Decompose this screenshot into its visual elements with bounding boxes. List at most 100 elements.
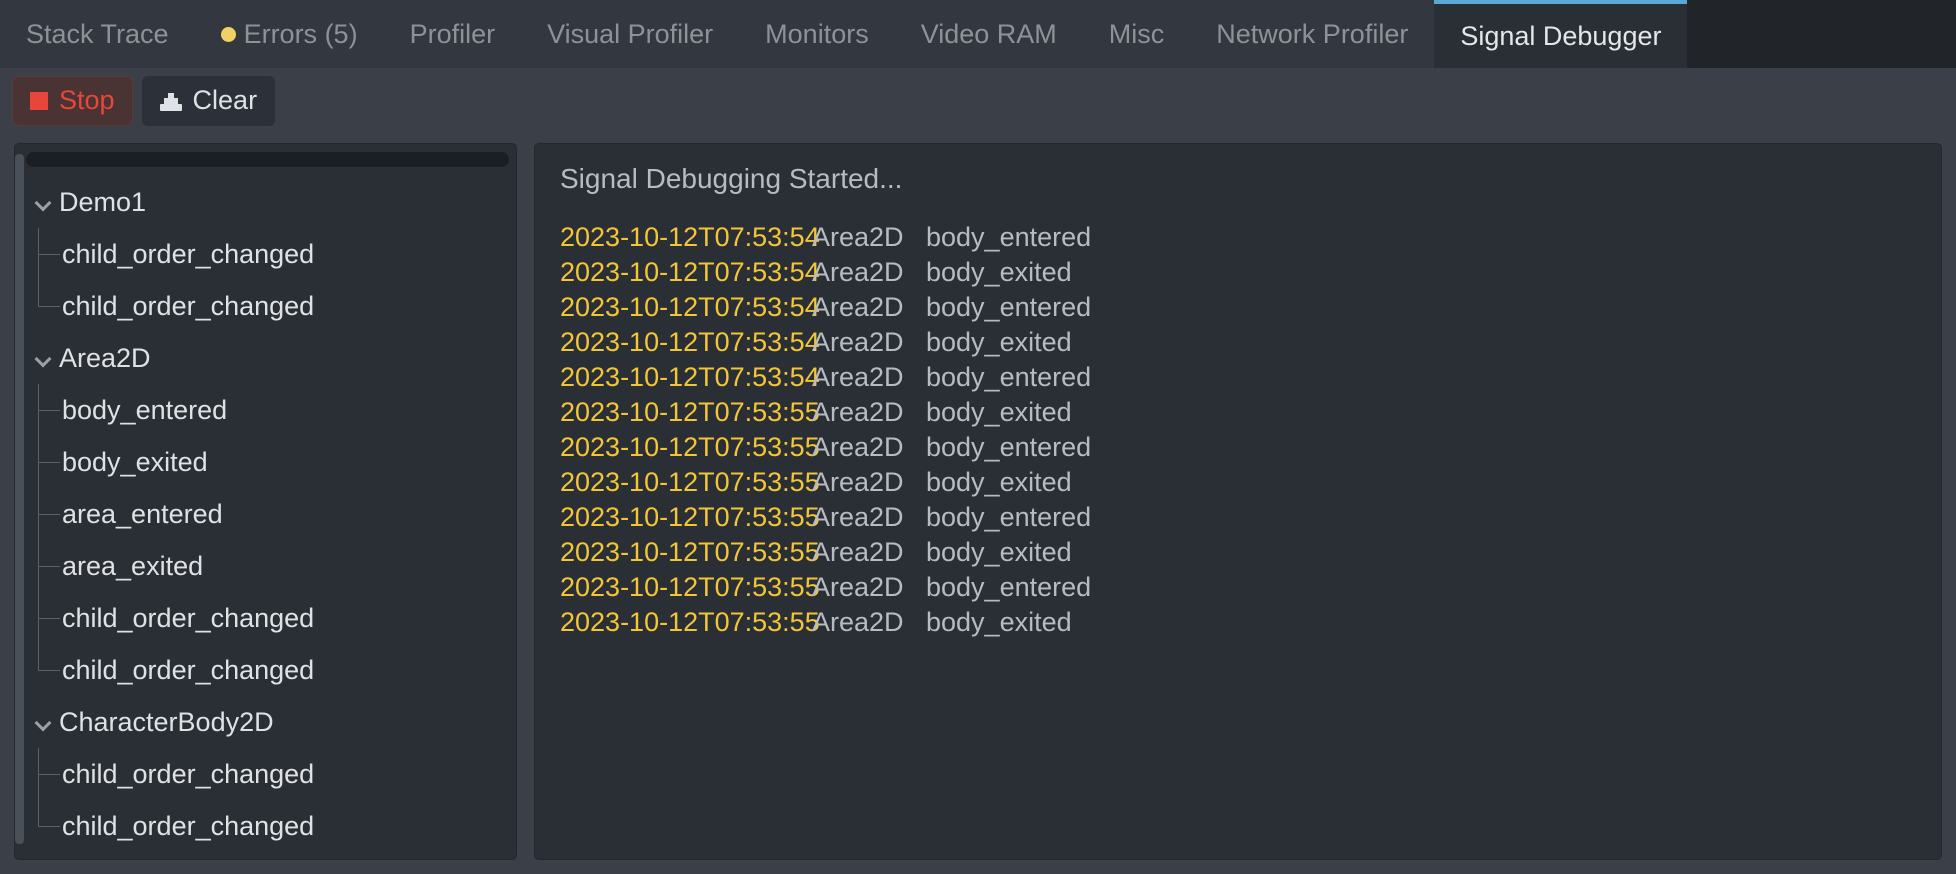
log-row[interactable]: 2023-10-12T07:53:55 Area2D body_exited xyxy=(551,395,1925,430)
log-row[interactable]: 2023-10-12T07:53:54 Area2D body_entered xyxy=(551,290,1925,325)
clear-button[interactable]: Clear xyxy=(141,75,276,126)
signal-tree-panel: Demo1 child_order_changed child_order_chan… xyxy=(14,143,517,860)
stop-button[interactable]: Stop xyxy=(12,75,133,126)
tab-monitors[interactable]: Monitors xyxy=(739,0,895,68)
log-row-node: Area2D xyxy=(812,467,904,497)
tree-node-label: child_order_changed xyxy=(62,602,315,633)
log-row-signal: body_entered xyxy=(926,222,1092,252)
log-row[interactable]: 2023-10-12T07:53:54 Area2D body_entered xyxy=(551,360,1925,395)
tree-node-label: area_exited xyxy=(62,550,204,581)
tab-strip: Stack Trace Errors (5) Profiler Visual Prof… xyxy=(0,0,1688,69)
tab-profiler[interactable]: Profiler xyxy=(383,0,522,68)
log-row-signal: body_entered xyxy=(926,502,1092,532)
tab-label: Signal Debugger xyxy=(1460,20,1662,51)
tree-node-root[interactable]: Area2D xyxy=(26,332,512,384)
log-row-signal: body_exited xyxy=(926,607,1072,637)
tree-node-label: child_order_changed xyxy=(62,290,315,321)
tab-video-ram[interactable]: Video RAM xyxy=(894,0,1083,68)
signal-debugger-content: Demo1 child_order_changed child_order_chan… xyxy=(0,133,1956,874)
log-row-timestamp: 2023-10-12T07:53:55 xyxy=(560,467,820,497)
tab-visual-profiler[interactable]: Visual Profiler xyxy=(521,0,740,68)
tree-node-signal[interactable]: child_order_changed xyxy=(26,644,512,696)
tab-label: Stack Trace xyxy=(26,18,169,49)
tree-node-signal[interactable]: child_order_changed xyxy=(26,280,512,332)
log-row-node: Area2D xyxy=(812,432,904,462)
tab-label: Monitors xyxy=(765,18,869,49)
chevron-down-icon[interactable] xyxy=(34,348,54,368)
tree-node-label: Demo1 xyxy=(59,186,147,217)
tree-vertical-scrollbar[interactable] xyxy=(15,154,24,844)
tree-node-signal[interactable]: area_exited xyxy=(26,540,512,592)
tab-errors-5[interactable]: Errors (5) xyxy=(194,0,384,68)
log-row-timestamp: 2023-10-12T07:53:55 xyxy=(560,502,820,532)
stop-square-icon xyxy=(30,91,48,110)
log-row-timestamp: 2023-10-12T07:53:55 xyxy=(560,537,820,567)
log-row-node: Area2D xyxy=(812,537,904,567)
log-row-signal: body_exited xyxy=(926,327,1072,357)
tab-label: Errors (5) xyxy=(243,18,358,49)
log-row-timestamp: 2023-10-12T07:53:55 xyxy=(560,397,820,427)
debugger-tab-bar: Stack Trace Errors (5) Profiler Visual Prof… xyxy=(0,0,1956,69)
chevron-down-icon[interactable] xyxy=(34,192,54,212)
tree-node-signal[interactable]: child_order_changed xyxy=(26,748,512,800)
log-row-timestamp: 2023-10-12T07:53:55 xyxy=(560,572,820,602)
tab-label: Misc xyxy=(1108,18,1165,49)
signal-tree: Demo1 child_order_changed child_order_chan… xyxy=(26,176,512,855)
log-row-signal: body_exited xyxy=(926,257,1072,287)
log-row-timestamp: 2023-10-12T07:53:54 xyxy=(560,222,820,252)
log-row[interactable]: 2023-10-12T07:53:55 Area2D body_exited xyxy=(551,605,1925,640)
log-row-timestamp: 2023-10-12T07:53:54 xyxy=(560,292,820,322)
tree-node-signal[interactable]: child_order_changed xyxy=(26,800,512,852)
tree-node-signal[interactable]: area_entered xyxy=(26,488,512,540)
tree-node-label: body_exited xyxy=(62,446,208,477)
log-row-node: Area2D xyxy=(812,607,904,637)
tree-node-signal[interactable]: body_entered xyxy=(26,384,512,436)
tab-network-profiler[interactable]: Network Profiler xyxy=(1190,0,1435,68)
log-row[interactable]: 2023-10-12T07:53:54 Area2D body_entered xyxy=(551,220,1925,255)
log-row-timestamp: 2023-10-12T07:53:55 xyxy=(560,607,820,637)
log-row-node: Area2D xyxy=(812,502,904,532)
log-row-node: Area2D xyxy=(812,572,904,602)
chevron-down-icon[interactable] xyxy=(34,712,54,732)
tab-signal-debugger[interactable]: Signal Debugger xyxy=(1434,0,1688,69)
tab-label: Visual Profiler xyxy=(547,18,714,49)
tree-node-label: child_order_changed xyxy=(62,654,315,685)
tree-node-label: area_entered xyxy=(62,498,223,529)
broom-icon xyxy=(159,89,182,113)
log-row-node: Area2D xyxy=(812,397,904,427)
stop-button-label: Stop xyxy=(59,85,115,115)
tree-node-label: Area2D xyxy=(59,342,151,373)
signal-log-panel[interactable]: Signal Debugging Started... 2023-10-12T0… xyxy=(534,143,1942,860)
log-row[interactable]: 2023-10-12T07:53:55 Area2D body_exited xyxy=(551,535,1925,570)
tab-label: Network Profiler xyxy=(1216,18,1409,49)
log-row-signal: body_entered xyxy=(926,292,1092,322)
tree-node-signal[interactable]: child_order_changed xyxy=(26,228,512,280)
log-row-signal: body_exited xyxy=(926,537,1072,567)
tree-node-label: child_order_changed xyxy=(62,238,315,269)
log-row-signal: body_exited xyxy=(926,467,1072,497)
log-row[interactable]: 2023-10-12T07:53:54 Area2D body_exited xyxy=(551,255,1925,290)
tree-node-signal[interactable]: child_order_changed xyxy=(26,592,512,644)
error-indicator-dot xyxy=(220,26,236,42)
tree-node-root[interactable]: CharacterBody2D xyxy=(26,696,512,748)
log-row-signal: body_entered xyxy=(926,572,1092,602)
tab-label: Video RAM xyxy=(920,18,1057,49)
log-row-signal: body_exited xyxy=(926,397,1072,427)
log-row[interactable]: 2023-10-12T07:53:55 Area2D body_entered xyxy=(551,500,1925,535)
log-row-timestamp: 2023-10-12T07:53:55 xyxy=(560,432,820,462)
tab-label: Profiler xyxy=(409,18,496,49)
signal-debugger-toolbar: Stop Clear xyxy=(0,68,1956,133)
tree-node-label: child_order_changed xyxy=(62,758,315,789)
tree-node-signal[interactable]: body_exited xyxy=(26,436,512,488)
clear-button-label: Clear xyxy=(192,85,258,115)
log-row-node: Area2D xyxy=(812,222,904,252)
tab-misc[interactable]: Misc xyxy=(1082,0,1191,68)
log-row[interactable]: 2023-10-12T07:53:55 Area2D body_entered xyxy=(551,570,1925,605)
tree-horizontal-scrollbar[interactable] xyxy=(26,152,509,167)
log-row[interactable]: 2023-10-12T07:53:54 Area2D body_exited xyxy=(551,325,1925,360)
log-row[interactable]: 2023-10-12T07:53:55 Area2D body_entered xyxy=(551,430,1925,465)
tree-node-label: body_entered xyxy=(62,394,228,425)
log-row[interactable]: 2023-10-12T07:53:55 Area2D body_exited xyxy=(551,465,1925,500)
tab-stack-trace[interactable]: Stack Trace xyxy=(0,0,195,68)
tree-node-root[interactable]: Demo1 xyxy=(26,176,512,228)
